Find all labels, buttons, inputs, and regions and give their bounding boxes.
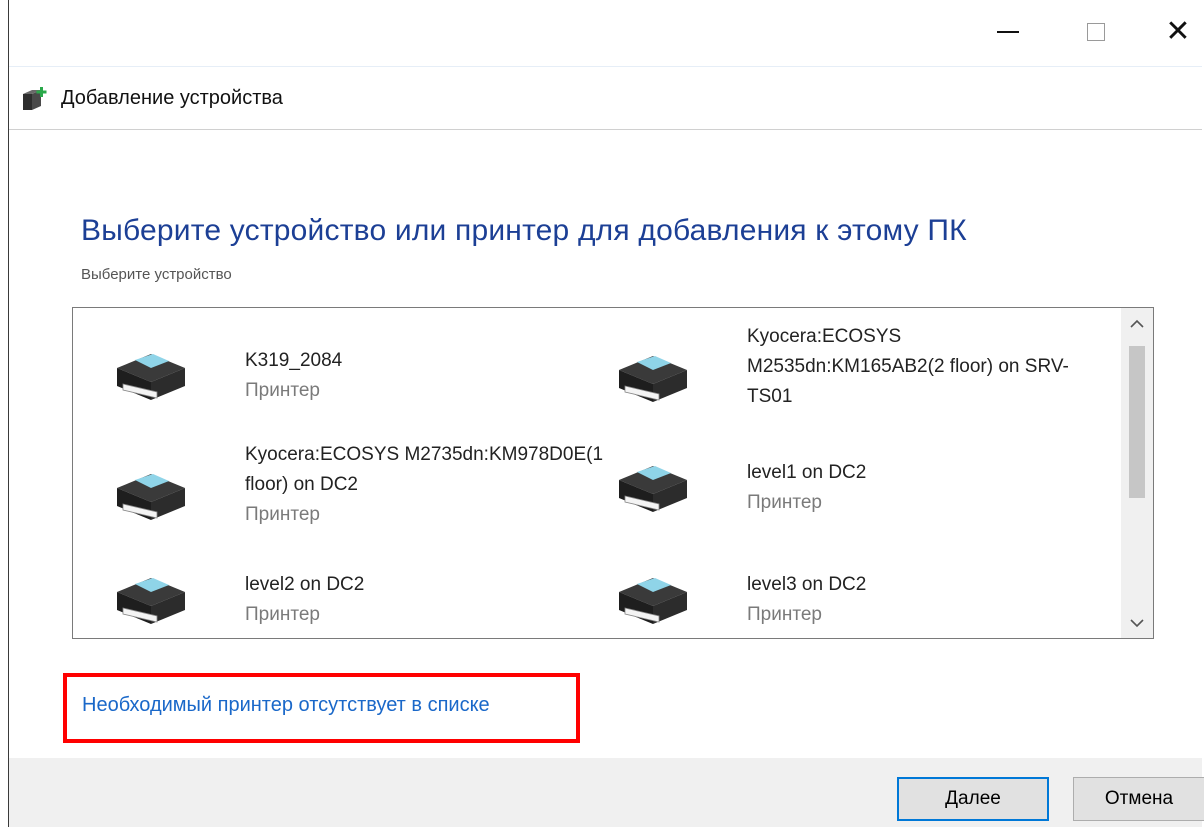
- device-type: Принтер: [747, 492, 822, 513]
- device-item[interactable]: Kyocera:ECOSYS M2535dn:KM165AB2(2 floor)…: [615, 322, 1095, 432]
- printer-icon: [619, 466, 687, 512]
- printer-icon: [117, 474, 185, 520]
- scroll-thumb[interactable]: [1129, 346, 1145, 498]
- page-heading: Выберите устройство или принтер для доба…: [81, 214, 967, 247]
- device-item[interactable]: level2 on DC2 Принтер: [113, 570, 573, 634]
- device-name: level1 on DC2: [747, 462, 867, 483]
- title-bar: ✕: [9, 0, 1202, 66]
- scroll-down-button[interactable]: [1121, 608, 1153, 638]
- minimize-button[interactable]: [985, 12, 1031, 52]
- chevron-up-icon: [1130, 319, 1144, 328]
- printer-icon: [117, 354, 185, 400]
- device-item[interactable]: Kyocera:ECOSYS M2735dn:KM978D0E(1 floor)…: [113, 440, 603, 550]
- maximize-button[interactable]: [1073, 12, 1119, 52]
- vertical-scrollbar[interactable]: [1121, 308, 1153, 638]
- device-type: Принтер: [245, 504, 320, 525]
- device-name: K319_2084: [245, 350, 343, 371]
- device-type: Принтер: [245, 380, 320, 401]
- printer-not-listed-link[interactable]: Необходимый принтер отсутствует в списке: [82, 694, 490, 717]
- device-name: Kyocera:ECOSYS M2535dn:KM165AB2(2 floor)…: [747, 326, 1069, 407]
- device-item[interactable]: level3 on DC2 Принтер: [615, 570, 1075, 634]
- device-item[interactable]: level1 on DC2 Принтер: [615, 458, 1075, 568]
- close-icon: ✕: [1165, 14, 1191, 49]
- device-list[interactable]: K319_2084 Принтер Kyocera:ECOSYS M2535dn…: [72, 307, 1154, 639]
- device-type: Принтер: [245, 604, 320, 625]
- cancel-button[interactable]: Отмена: [1073, 777, 1204, 821]
- printer-icon: [619, 578, 687, 624]
- wizard-footer: Далее Отмена: [9, 758, 1204, 827]
- page-subheading: Выберите устройство: [81, 266, 232, 283]
- add-device-window: ✕ Добавление устройства Выберите устройс…: [8, 0, 1204, 827]
- minimize-icon: [997, 31, 1019, 33]
- maximize-icon: [1087, 23, 1105, 41]
- scroll-up-button[interactable]: [1121, 308, 1153, 338]
- device-name: level2 on DC2: [245, 574, 365, 595]
- device-name: level3 on DC2: [747, 574, 867, 595]
- device-name: Kyocera:ECOSYS M2735dn:KM978D0E(1 floor)…: [245, 444, 604, 495]
- close-button[interactable]: ✕: [1155, 12, 1201, 52]
- window-title: Добавление устройства: [61, 87, 283, 109]
- printer-icon: [619, 356, 687, 402]
- next-button[interactable]: Далее: [897, 777, 1049, 821]
- printer-icon: [117, 578, 185, 624]
- device-type: Принтер: [747, 604, 822, 625]
- chevron-down-icon: [1130, 618, 1144, 627]
- add-device-icon: [23, 87, 47, 110]
- wizard-header: Добавление устройства: [9, 66, 1202, 130]
